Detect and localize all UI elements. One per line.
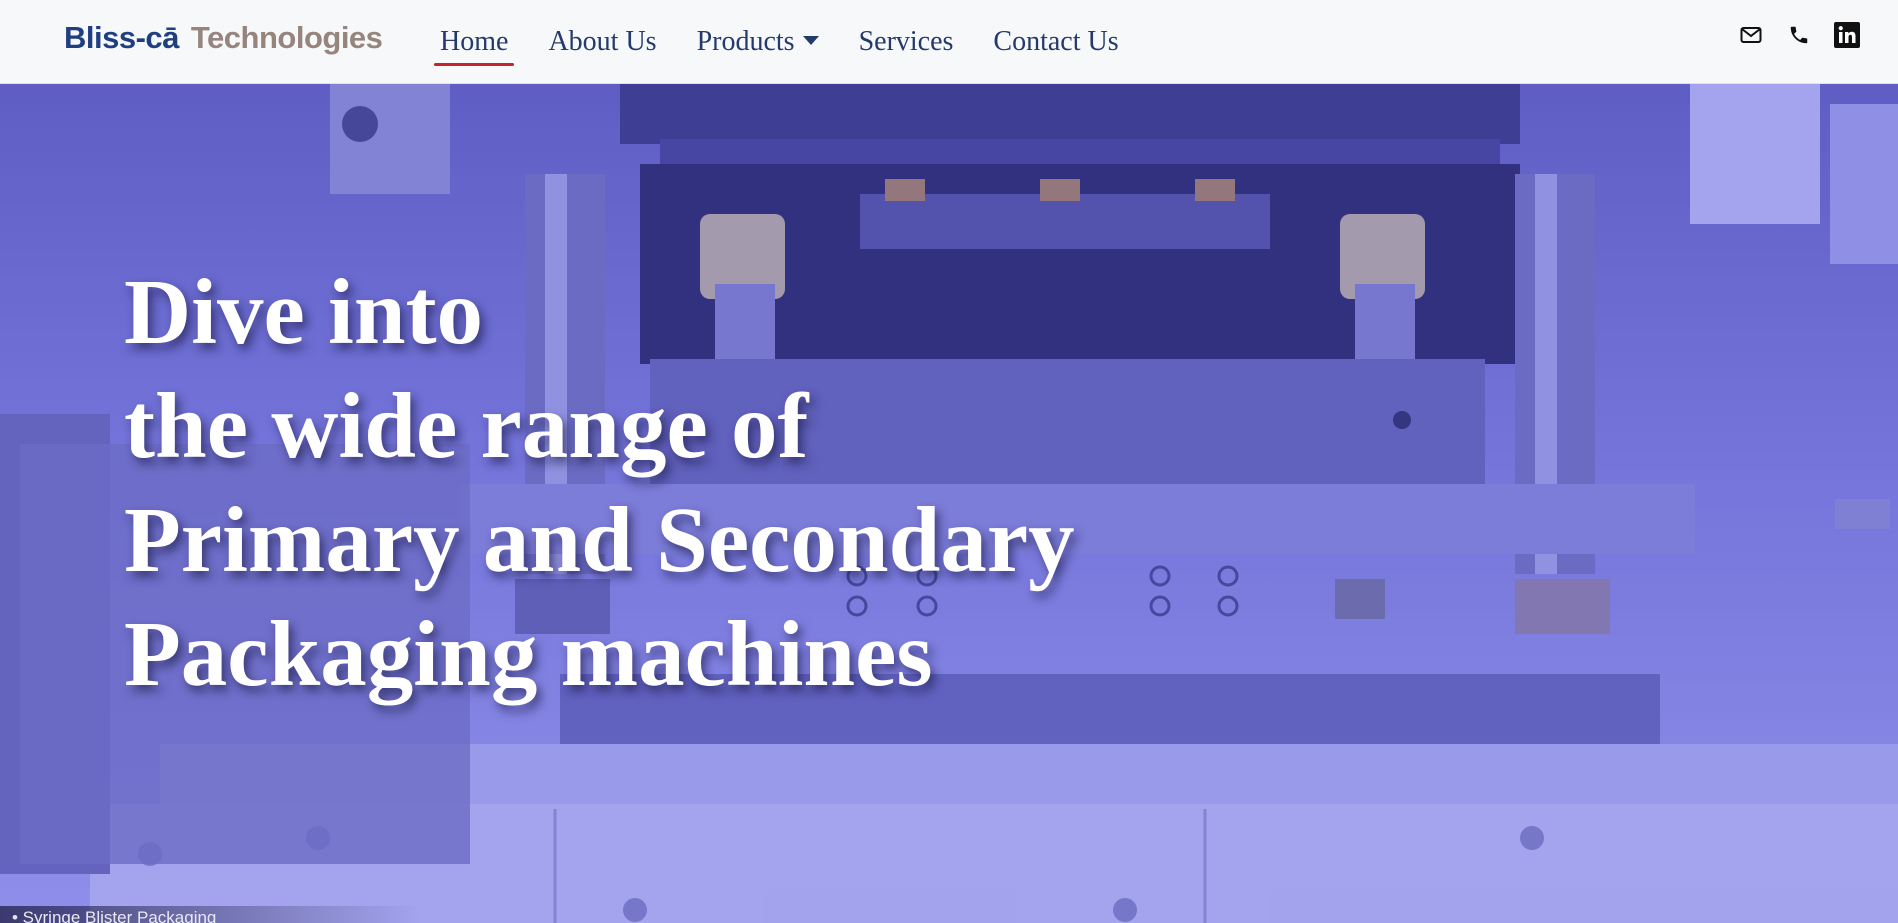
nav-item-label: About Us xyxy=(548,26,657,57)
nav-item-label: Contact Us xyxy=(993,26,1119,57)
nav-item-services[interactable]: Services xyxy=(849,0,964,84)
slide-caption: • Syringe Blister Packaging xyxy=(12,908,217,923)
brand-name-part2: Technologies xyxy=(190,20,383,55)
headline-line: Packaging machines xyxy=(124,603,933,706)
main-nav: Home About Us Products Services Contact … xyxy=(430,0,1149,84)
brand-logo[interactable]: Bliss-cā Technologies xyxy=(64,18,383,58)
envelope-icon[interactable] xyxy=(1738,22,1764,48)
slide-caption-strip: • Syringe Blister Packaging xyxy=(0,906,420,923)
nav-item-home[interactable]: Home xyxy=(430,0,518,84)
caret-down-icon xyxy=(802,35,819,45)
nav-item-label: Services xyxy=(858,26,954,57)
nav-item-label: Home xyxy=(440,26,509,57)
headline-line: the wide range of xyxy=(124,375,809,478)
hero-headline: Dive into the wide range of Primary and … xyxy=(124,256,1075,712)
nav-item-label: Products xyxy=(696,26,795,57)
nav-item-about-us[interactable]: About Us xyxy=(538,0,666,84)
contact-icons xyxy=(1738,22,1860,48)
linkedin-icon[interactable] xyxy=(1834,22,1860,48)
brand-name-part1: Bliss-cā xyxy=(64,20,179,55)
hero-banner: Dive into the wide range of Primary and … xyxy=(0,84,1898,923)
headline-line: Primary and Secondary xyxy=(124,489,1075,592)
nav-item-contact-us[interactable]: Contact Us xyxy=(983,0,1128,84)
top-navbar: Bliss-cā Technologies Home About Us Produ… xyxy=(0,0,1898,84)
phone-icon[interactable] xyxy=(1786,22,1812,48)
headline-line: Dive into xyxy=(124,261,484,364)
nav-item-products[interactable]: Products xyxy=(687,0,829,84)
